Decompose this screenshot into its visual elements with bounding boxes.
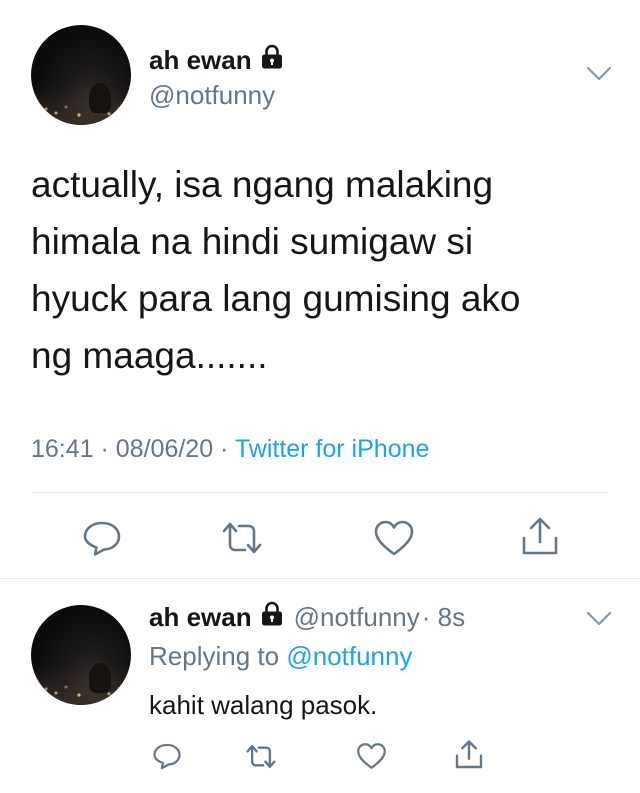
reply-button[interactable] [80, 518, 124, 558]
share-icon [522, 517, 558, 555]
retweet-button[interactable] [242, 739, 280, 773]
avatar-city-lights [31, 85, 131, 125]
tweet-text-line: himala na hindi sumigaw si [31, 221, 474, 262]
reply-button[interactable] [150, 739, 184, 773]
tweet-text: actually, isa ngang malaking himala na h… [31, 156, 591, 384]
avatar-figure [89, 663, 111, 693]
replying-to-mention[interactable]: @notfunny [286, 641, 412, 671]
reply-icon [153, 743, 181, 770]
retweet-icon [246, 744, 276, 768]
retweet-button[interactable] [218, 518, 266, 558]
author-name-row[interactable]: ah ewan @notfunny · 8s [149, 601, 465, 634]
retweet-icon [222, 522, 262, 554]
heart-icon [356, 743, 386, 769]
meta-separator: · [213, 435, 235, 463]
tweet-date[interactable]: 08/06/20 [116, 435, 213, 463]
share-button[interactable] [452, 737, 486, 773]
author-name-row[interactable]: ah ewan [149, 44, 284, 77]
avatar-city-lights [31, 665, 131, 705]
reply-text: kahit walang pasok. [149, 690, 378, 720]
handle[interactable]: @notfunny [149, 80, 275, 111]
tweet-text-line: actually, isa ngang malaking [31, 164, 494, 205]
share-button[interactable] [518, 515, 562, 559]
main-tweet: ah ewan @notfunny actually, isa ngang ma… [0, 0, 640, 578]
lock-icon [260, 601, 284, 634]
avatar[interactable] [31, 25, 131, 125]
reply-tweet[interactable]: ah ewan @notfunny · 8s Replying to @notf… [0, 579, 640, 793]
replying-to-prefix: Replying to [149, 641, 287, 671]
tweet-time[interactable]: 16:41 [31, 435, 94, 463]
tweet-source-link[interactable]: Twitter for iPhone [235, 435, 430, 463]
lock-icon [260, 44, 284, 77]
chevron-down-icon[interactable] [586, 66, 612, 87]
handle[interactable]: @notfunny [294, 602, 420, 633]
like-button[interactable] [372, 518, 416, 558]
display-name[interactable]: ah ewan [149, 45, 252, 76]
reply-icon [83, 521, 121, 556]
meta-separator: · [93, 435, 116, 463]
replying-to: Replying to @notfunny [149, 641, 412, 672]
tweet-time-ago: · 8s [421, 602, 466, 632]
chevron-down-icon[interactable] [586, 611, 612, 632]
heart-icon [374, 520, 414, 556]
share-icon [455, 740, 483, 769]
display-name[interactable]: ah ewan [149, 602, 252, 633]
like-button[interactable] [354, 739, 388, 773]
tweet-meta: 16:41 · 08/06/20 · Twitter for iPhone [31, 435, 429, 464]
tweet-text-line: ng maaga....... [31, 335, 268, 376]
avatar[interactable] [31, 605, 131, 705]
tweet-text-line: hyuck para lang gumising ako [31, 278, 521, 319]
avatar-figure [89, 83, 111, 113]
divider [31, 492, 609, 493]
